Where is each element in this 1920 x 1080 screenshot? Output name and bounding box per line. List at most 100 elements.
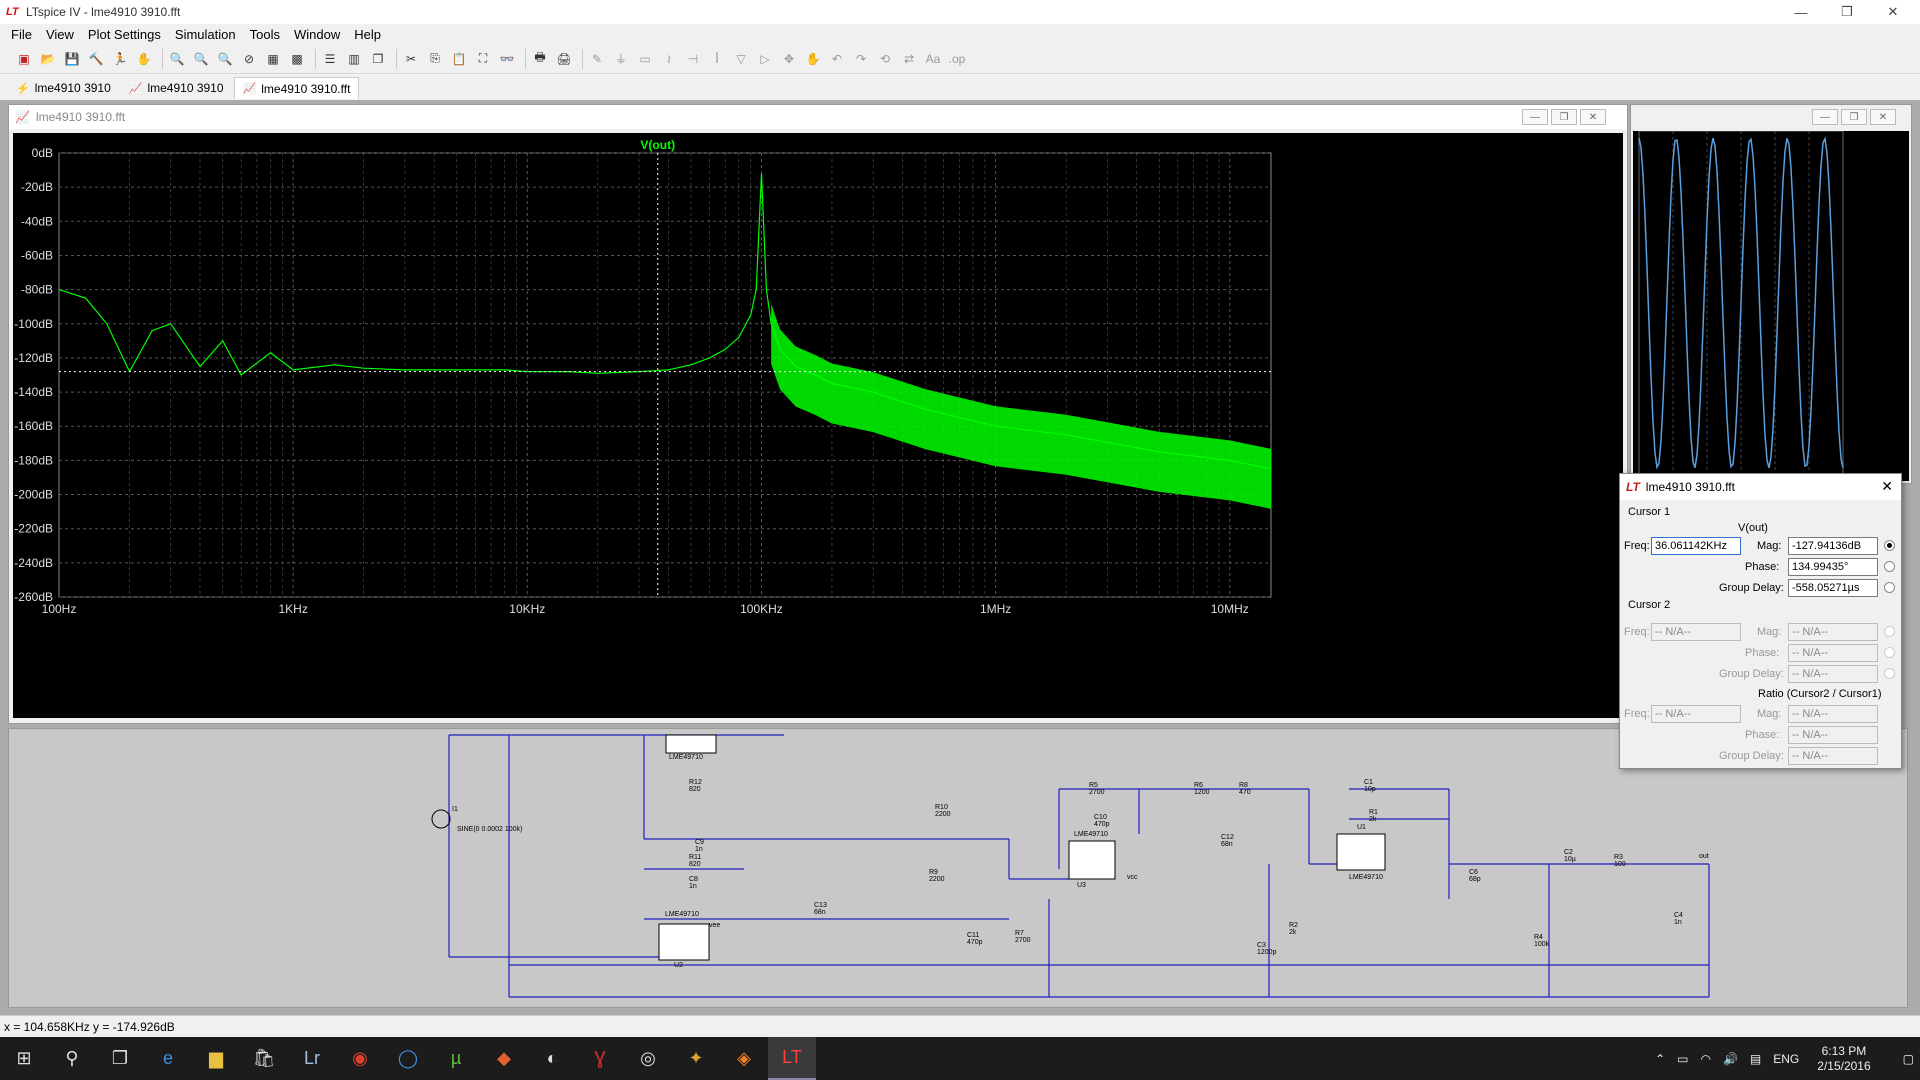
label-net-icon[interactable]: ▭ — [635, 49, 655, 69]
clock[interactable]: 6:13 PM 2/15/2016 — [1811, 1044, 1876, 1074]
wire-icon[interactable]: ✎ — [587, 49, 607, 69]
windows-start-icon[interactable]: ⊞ — [0, 1037, 48, 1080]
print-preview-icon[interactable]: 🖶 — [530, 49, 550, 69]
new-schematic-icon[interactable]: ▣ — [14, 49, 34, 69]
store-icon[interactable]: 🛍 — [240, 1037, 288, 1080]
cascade-icon[interactable]: ❐ — [368, 49, 388, 69]
autorange-icon[interactable]: ▦ — [263, 49, 283, 69]
mag2-field[interactable]: -- N/A-- — [1788, 623, 1878, 641]
find-icon[interactable]: ⛶ — [473, 49, 493, 69]
close-icon[interactable]: ✕ — [1881, 478, 1893, 495]
chrome-icon[interactable]: ◉ — [336, 1037, 384, 1080]
redo-icon[interactable]: ↷ — [851, 49, 871, 69]
window-minimize-button[interactable]: — — [1812, 109, 1838, 125]
group-delay2-radio[interactable] — [1884, 668, 1895, 679]
menu-simulation[interactable]: Simulation — [168, 27, 243, 42]
wifi-icon[interactable]: ◠ — [1700, 1052, 1710, 1066]
zoom-pan-icon[interactable]: 🔍 — [191, 49, 211, 69]
phase-radio[interactable] — [1884, 561, 1895, 572]
tab-waveform[interactable]: 📈 lme4910 3910 — [121, 77, 232, 99]
control-panel-icon[interactable]: 🔨 — [86, 49, 106, 69]
restore-button[interactable]: ❐ — [1824, 0, 1870, 24]
window-close-button[interactable]: ✕ — [1580, 109, 1606, 125]
waveform-plot[interactable] — [1633, 131, 1909, 481]
zoom-in-icon[interactable]: 🔍 — [167, 49, 187, 69]
capacitor-icon[interactable]: ⊣ — [683, 49, 703, 69]
group-delay2-field[interactable]: -- N/A-- — [1788, 665, 1878, 683]
search-icon[interactable]: ⚲ — [48, 1037, 96, 1080]
component-icon[interactable]: ▷ — [755, 49, 775, 69]
volume-icon[interactable]: 🔊 — [1723, 1052, 1738, 1066]
inductor-icon[interactable]: ꟾ — [707, 49, 727, 69]
window-minimize-button[interactable]: — — [1522, 109, 1548, 125]
fft-plot[interactable]: 0dB -20dB -40dB -60dB -80dB -100dB -120dB -140d… — [13, 133, 1623, 718]
menu-window[interactable]: Window — [287, 27, 347, 42]
lightroom-icon[interactable]: Lr — [288, 1037, 336, 1080]
halt-icon[interactable]: ✋ — [134, 49, 154, 69]
window-restore-button[interactable]: ❐ — [1551, 109, 1577, 125]
menu-plot-settings[interactable]: Plot Settings — [81, 27, 168, 42]
ltspice-taskbar-icon[interactable]: LT — [768, 1037, 816, 1080]
app-icon[interactable]: ◐ — [528, 1037, 576, 1080]
notifications-icon[interactable]: ▢ — [1903, 1052, 1914, 1066]
diode-icon[interactable]: ▽ — [731, 49, 751, 69]
cut-icon[interactable]: ✂ — [401, 49, 421, 69]
phase2-radio[interactable] — [1884, 647, 1895, 658]
group-delay-ratio-field[interactable]: -- N/A-- — [1788, 747, 1878, 765]
message-icon[interactable]: ▤ — [1750, 1052, 1761, 1066]
zoom-cancel-icon[interactable]: ⊘ — [239, 49, 259, 69]
phase-field[interactable]: 134.99435° — [1788, 558, 1878, 576]
app-icon[interactable]: Ɣ — [576, 1037, 624, 1080]
group-delay-field[interactable]: -558.05271µs — [1788, 579, 1878, 597]
mag-field[interactable]: -127.94136dB — [1788, 537, 1878, 555]
open-icon[interactable]: 📂 — [38, 49, 58, 69]
copy-icon[interactable]: ⎘ — [425, 49, 445, 69]
file-explorer-icon[interactable]: ▆ — [192, 1037, 240, 1080]
phase-ratio-field[interactable]: -- N/A-- — [1788, 726, 1878, 744]
ground-icon[interactable]: ⏚ — [611, 49, 631, 69]
save-icon[interactable]: 💾 — [62, 49, 82, 69]
minimize-button[interactable]: — — [1778, 0, 1824, 24]
schematic-canvas[interactable]: LME49710R12820C91nR102200R11820C81nR9220… — [9, 729, 1909, 1009]
run-icon[interactable]: 🏃 — [110, 49, 130, 69]
phase2-field[interactable]: -- N/A-- — [1788, 644, 1878, 662]
window-restore-button[interactable]: ❐ — [1841, 109, 1867, 125]
menu-view[interactable]: View — [39, 27, 81, 42]
mag-ratio-field[interactable]: -- N/A-- — [1788, 705, 1878, 723]
tile-vertical-icon[interactable]: ▥ — [344, 49, 364, 69]
menu-file[interactable]: File — [4, 27, 39, 42]
drag-icon[interactable]: ✋ — [803, 49, 823, 69]
window-close-button[interactable]: ✕ — [1870, 109, 1896, 125]
menu-help[interactable]: Help — [347, 27, 388, 42]
app-icon[interactable]: ◈ — [720, 1037, 768, 1080]
rotate-icon[interactable]: ⟲ — [875, 49, 895, 69]
paste-icon[interactable]: 📋 — [449, 49, 469, 69]
mag-radio[interactable] — [1884, 540, 1895, 551]
menu-tools[interactable]: Tools — [243, 27, 287, 42]
edge-browser-icon[interactable]: e — [144, 1037, 192, 1080]
language-indicator[interactable]: ENG — [1773, 1052, 1799, 1066]
app-icon[interactable]: ✦ — [672, 1037, 720, 1080]
battery-icon[interactable]: ▭ — [1677, 1052, 1688, 1066]
chevron-up-icon[interactable]: ⌃ — [1655, 1052, 1665, 1066]
spice-directive-icon[interactable]: .op — [947, 49, 967, 69]
utorrent-icon[interactable]: µ — [432, 1037, 480, 1080]
undo-icon[interactable]: ↶ — [827, 49, 847, 69]
group-delay-radio[interactable] — [1884, 582, 1895, 593]
tab-fft[interactable]: 📈 lme4910 3910.fft — [233, 77, 360, 99]
task-view-icon[interactable]: ❐ — [96, 1037, 144, 1080]
app-icon[interactable]: ◎ — [624, 1037, 672, 1080]
freq-field[interactable]: 36.061142KHz — [1651, 537, 1741, 555]
mag2-radio[interactable] — [1884, 626, 1895, 637]
resistor-icon[interactable]: ≀ — [659, 49, 679, 69]
binoculars-icon[interactable]: 👓 — [497, 49, 517, 69]
freq2-field[interactable]: -- N/A-- — [1651, 623, 1741, 641]
tab-schematic[interactable]: ⚡ lme4910 3910 — [8, 77, 119, 99]
freq-ratio-field[interactable]: -- N/A-- — [1651, 705, 1741, 723]
app-icon[interactable]: ◆ — [480, 1037, 528, 1080]
tile-horizontal-icon[interactable]: ☰ — [320, 49, 340, 69]
print-icon[interactable]: 🖨 — [554, 49, 574, 69]
zoom-out-icon[interactable]: 🔍 — [215, 49, 235, 69]
move-icon[interactable]: ✥ — [779, 49, 799, 69]
close-button[interactable]: ✕ — [1870, 0, 1916, 24]
